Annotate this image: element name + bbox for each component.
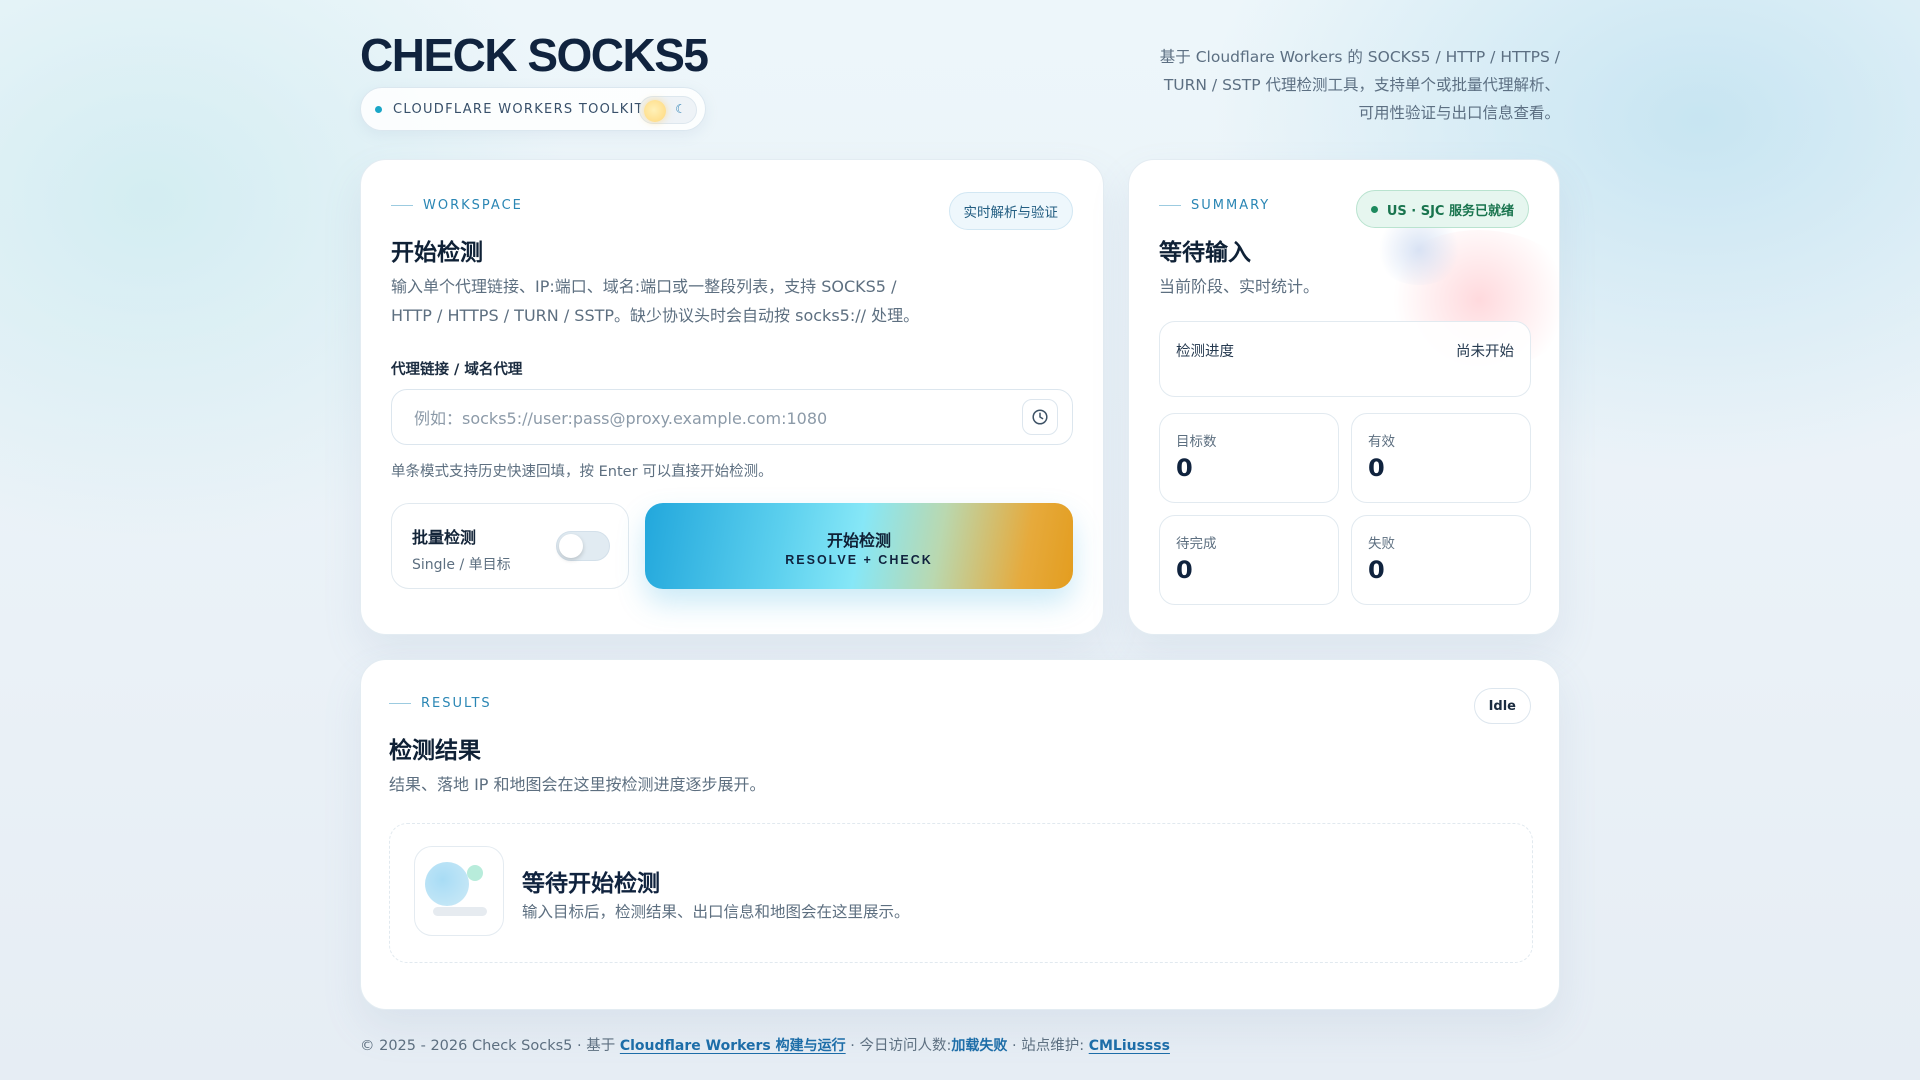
stat-label: 有效 <box>1368 434 1395 450</box>
empty-state: 等待开始检测 输入目标后，检测结果、出口信息和地图会在这里展示。 <box>389 823 1533 963</box>
footer-visitors-value[interactable]: 加载失败 <box>951 1038 1007 1054</box>
label-line <box>389 703 411 704</box>
batch-mode-box: 批量检测 Single / 单目标 <box>391 503 629 589</box>
desc-line: 输入单个代理链接、IP:端口、域名:端口或一整段列表，支持 SOCKS5 / <box>391 277 897 296</box>
header-tagline: 基于 Cloudflare Workers 的 SOCKS5 / HTTP / … <box>1100 43 1560 127</box>
progress-label: 检测进度 <box>1176 344 1234 360</box>
proxy-input[interactable] <box>412 390 1006 446</box>
service-status-badge: US · SJC 服务已就绪 <box>1355 190 1529 228</box>
illustration-bar <box>433 907 487 916</box>
footer-maintainer-label: · 站点维护: <box>1007 1038 1089 1054</box>
start-button-sublabel: RESOLVE + CHECK <box>785 553 933 567</box>
empty-state-title: 等待开始检测 <box>522 871 660 897</box>
label-line <box>391 205 413 206</box>
label-line <box>1159 205 1181 206</box>
progress-box: 检测进度 尚未开始 <box>1159 321 1531 397</box>
batch-title: 批量检测 <box>412 528 477 547</box>
toolkit-label: CLOUDFLARE WORKERS TOOLKIT <box>393 101 644 117</box>
workspace-description: 输入单个代理链接、IP:端口、域名:端口或一整段列表，支持 SOCKS5 / H… <box>391 272 951 330</box>
toggle-knob <box>559 534 583 558</box>
stat-label: 失败 <box>1368 536 1395 552</box>
status-dot <box>375 105 382 113</box>
stat-targets: 目标数 0 <box>1159 413 1339 503</box>
proxy-input-wrapper <box>391 389 1073 446</box>
empty-state-description: 输入目标后，检测结果、出口信息和地图会在这里展示。 <box>522 903 910 921</box>
workspace-label-text: WORKSPACE <box>423 198 523 213</box>
toolkit-badge: CLOUDFLARE WORKERS TOOLKIT ☾ <box>360 87 706 131</box>
realtime-badge: 实时解析与验证 <box>948 192 1073 230</box>
page-title: CHECK SOCKS5 <box>360 29 709 81</box>
summary-label-text: SUMMARY <box>1191 198 1271 213</box>
summary-title: 等待输入 <box>1159 240 1251 266</box>
tagline-line: 基于 Cloudflare Workers 的 SOCKS5 / HTTP / … <box>1159 48 1560 66</box>
stat-failed: 失败 0 <box>1351 515 1531 605</box>
summary-section-label: SUMMARY <box>1159 198 1270 213</box>
summary-card: SUMMARY US · SJC 服务已就绪 等待输入 当前阶段、实时统计。 检… <box>1128 159 1560 635</box>
service-status-text: US · SJC 服务已就绪 <box>1386 203 1514 219</box>
results-label-text: RESULTS <box>421 696 492 711</box>
results-description: 结果、落地 IP 和地图会在这里按检测进度逐步展开。 <box>389 775 766 794</box>
sun-icon <box>644 100 666 122</box>
stat-valid: 有效 0 <box>1351 413 1531 503</box>
illustration-dot <box>467 865 483 881</box>
page: CHECK SOCKS5 CLOUDFLARE WORKERS TOOLKIT … <box>360 0 1560 1080</box>
footer-copyright: © 2025 - 2026 Check Socks5 · 基于 <box>360 1038 620 1054</box>
workspace-card: WORKSPACE 实时解析与验证 开始检测 输入单个代理链接、IP:端口、域名… <box>360 159 1104 635</box>
status-dot <box>1370 205 1378 213</box>
summary-description: 当前阶段、实时统计。 <box>1159 277 1320 296</box>
history-button[interactable] <box>1022 399 1058 435</box>
empty-state-illustration <box>414 846 504 936</box>
stat-label: 目标数 <box>1176 434 1217 450</box>
stat-value: 0 <box>1368 454 1385 482</box>
progress-status: 尚未开始 <box>1456 344 1514 360</box>
results-status-badge: Idle <box>1473 688 1531 724</box>
clock-icon <box>1032 409 1048 425</box>
proxy-field-label: 代理链接 / 域名代理 <box>391 362 523 378</box>
stat-value: 0 <box>1176 454 1193 482</box>
desc-line: HTTP / HTTPS / TURN / SSTP。缺少协议头时会自动按 so… <box>391 306 920 325</box>
batch-subtitle: Single / 单目标 <box>412 557 511 573</box>
workspace-title: 开始检测 <box>391 240 483 266</box>
stat-value: 0 <box>1368 556 1385 584</box>
footer-maintainer-link[interactable]: CMLiussss <box>1089 1038 1170 1054</box>
start-check-button[interactable]: 开始检测 RESOLVE + CHECK <box>645 503 1073 589</box>
footer-visitors-label: · 今日访问人数: <box>845 1038 952 1054</box>
input-hint: 单条模式支持历史快速回填，按 Enter 可以直接开始检测。 <box>391 464 773 480</box>
footer: © 2025 - 2026 Check Socks5 · 基于 Cloudfla… <box>360 1034 1170 1055</box>
batch-toggle[interactable] <box>556 531 610 561</box>
moon-icon: ☾ <box>675 102 686 116</box>
results-card: RESULTS Idle 检测结果 结果、落地 IP 和地图会在这里按检测进度逐… <box>360 659 1560 1010</box>
tagline-line: TURN / SSTP 代理检测工具，支持单个或批量代理解析、 <box>1163 76 1560 94</box>
theme-toggle[interactable]: ☾ <box>639 96 697 124</box>
stat-value: 0 <box>1176 556 1193 584</box>
footer-platform-link[interactable]: Cloudflare Workers 构建与运行 <box>620 1038 846 1054</box>
illustration-circle <box>425 862 469 906</box>
stat-pending: 待完成 0 <box>1159 515 1339 605</box>
start-button-label: 开始检测 <box>826 533 891 550</box>
results-section-label: RESULTS <box>389 696 492 711</box>
workspace-section-label: WORKSPACE <box>391 198 523 213</box>
tagline-line: 可用性验证与出口信息查看。 <box>1358 104 1560 122</box>
stat-label: 待完成 <box>1176 536 1217 552</box>
results-title: 检测结果 <box>389 738 481 764</box>
